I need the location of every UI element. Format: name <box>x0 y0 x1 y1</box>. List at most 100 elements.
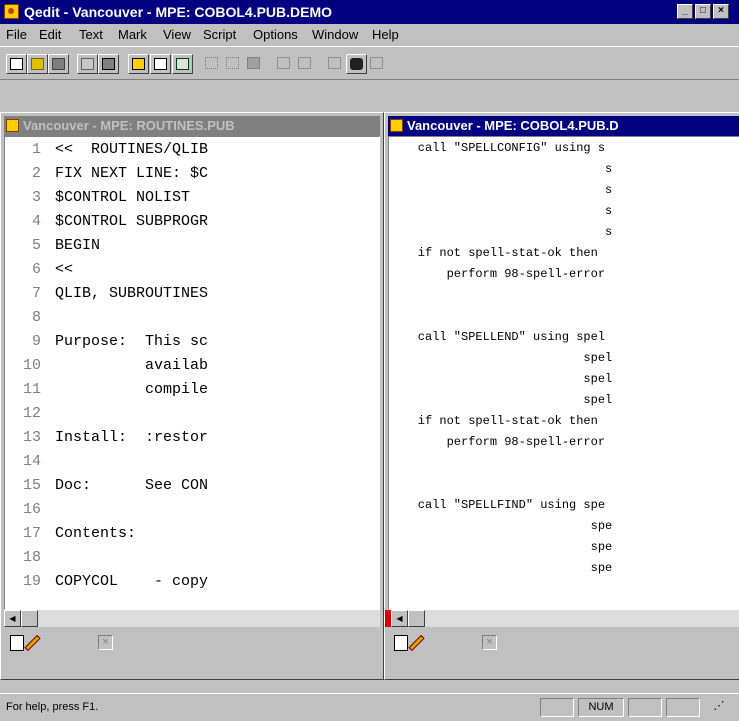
cut-icon[interactable] <box>202 54 223 74</box>
edit-pencil-icon[interactable] <box>408 634 425 652</box>
print-preview-icon[interactable] <box>77 54 98 74</box>
menu-mark[interactable]: Mark <box>118 27 147 42</box>
compile-icon[interactable] <box>128 54 149 74</box>
cobol4-window-title-bar[interactable]: Vancouver - MPE: COBOL4.PUB.D <box>388 116 739 136</box>
status-panel-empty <box>540 698 574 717</box>
host-connect-icon[interactable] <box>172 54 193 74</box>
menu-bar: File Edit Text Mark View Script Options … <box>0 24 739 46</box>
editor-line: 4 $CONTROL SUBPROGR <box>31 213 209 230</box>
mdi-client-area: Vancouver - MPE: ROUTINES.PUB 1 << ROUTIN… <box>0 112 739 680</box>
menu-view[interactable]: View <box>163 27 191 42</box>
find-previous-icon[interactable] <box>325 54 346 74</box>
editor-line: 8 <box>31 309 41 326</box>
editor-line: 18 <box>22 549 41 566</box>
status-panel-empty <box>666 698 700 717</box>
compare-icon[interactable] <box>150 54 171 74</box>
menu-help[interactable]: Help <box>372 27 399 42</box>
editor-line: 11 compile <box>22 381 209 398</box>
editor-line: 12 <box>22 405 41 422</box>
editor-line: 15 Doc: See CON <box>22 477 209 494</box>
editor-line: 3 $CONTROL NOLIST <box>31 189 191 206</box>
scroll-left-arrow-icon[interactable]: ◀ <box>4 610 21 627</box>
code-line: if not spell-stat-ok then <box>389 246 598 260</box>
code-line: spe <box>389 561 613 575</box>
cobol4-editor-window[interactable]: Vancouver - MPE: COBOL4.PUB.D call "SPEL… <box>384 112 739 680</box>
undo-icon[interactable] <box>274 54 295 74</box>
code-line: spel <box>389 351 613 365</box>
editor-line: 2 FIX NEXT LINE: $C <box>31 165 209 182</box>
code-line: spe <box>389 540 613 554</box>
menu-text[interactable]: Text <box>79 27 103 42</box>
menu-window[interactable]: Window <box>312 27 358 42</box>
routines-horizontal-scrollbar[interactable]: ◀ <box>4 610 380 627</box>
toolbar <box>0 46 739 80</box>
app-title-bar[interactable]: Qedit - Vancouver - MPE: COBOL4.PUB.DEMO… <box>0 0 739 24</box>
redo-icon[interactable] <box>295 54 316 74</box>
code-line: spel <box>389 372 613 386</box>
code-line: call "SPELLCONFIG" using s <box>389 141 606 155</box>
print-icon[interactable] <box>98 54 119 74</box>
code-line: s <box>389 183 613 197</box>
cobol4-status-area: × <box>388 628 739 658</box>
qedit-app-icon[interactable] <box>4 4 19 19</box>
code-line: spel <box>389 393 613 407</box>
status-help-text: For help, press F1. <box>6 701 99 713</box>
document-icon <box>390 119 403 132</box>
save-icon[interactable] <box>48 54 69 74</box>
routines-window-title-bar[interactable]: Vancouver - MPE: ROUTINES.PUB <box>4 116 380 136</box>
menu-script[interactable]: Script <box>203 27 236 42</box>
editor-line: 9 Purpose: This sc <box>31 333 209 350</box>
code-line: s <box>389 162 613 176</box>
menu-options[interactable]: Options <box>253 27 298 42</box>
code-line: perform 98-spell-error <box>389 267 606 281</box>
maximize-button[interactable]: □ <box>695 4 711 19</box>
code-line: perform 98-spell-error <box>389 435 606 449</box>
scroll-thumb[interactable] <box>21 610 38 627</box>
status-panel-empty <box>628 698 662 717</box>
code-line: spe <box>389 519 613 533</box>
num-lock-indicator: NUM <box>578 698 624 717</box>
routines-window-title: Vancouver - MPE: ROUTINES.PUB <box>23 118 235 133</box>
status-bar: For help, press F1. NUM ⋰ <box>0 693 739 721</box>
paste-icon[interactable] <box>244 54 265 74</box>
open-folder-icon[interactable] <box>27 54 48 74</box>
routines-status-area: × <box>4 628 380 658</box>
cobol4-horizontal-scrollbar[interactable]: ◀ <box>385 610 739 627</box>
scroll-left-arrow-icon[interactable]: ◀ <box>391 610 408 627</box>
find-binoculars-icon[interactable] <box>346 54 367 74</box>
code-line: s <box>389 225 613 239</box>
editor-line: 6 << <box>31 261 74 278</box>
edit-pencil-icon[interactable] <box>24 634 41 652</box>
editor-line: 16 <box>22 501 41 518</box>
editor-line: 1 << ROUTINES/QLIB <box>31 141 209 158</box>
new-file-icon[interactable] <box>6 54 27 74</box>
cobol4-window-title: Vancouver - MPE: COBOL4.PUB.D <box>407 118 619 133</box>
window-title: Qedit - Vancouver - MPE: COBOL4.PUB.DEMO <box>24 4 333 20</box>
editor-line: 7 QLIB, SUBROUTINES <box>31 285 209 302</box>
scroll-thumb[interactable] <box>408 610 425 627</box>
editor-line: 14 <box>22 453 41 470</box>
minimize-button[interactable]: _ <box>677 4 693 19</box>
code-line: s <box>389 204 613 218</box>
close-x-icon[interactable]: × <box>482 635 497 650</box>
code-line: call "SPELLEND" using spel <box>389 330 606 344</box>
close-x-icon[interactable]: × <box>98 635 113 650</box>
routines-text-area[interactable]: 1 << ROUTINES/QLIB 2 FIX NEXT LINE: $C 3 $C… <box>4 136 380 610</box>
close-button[interactable]: × <box>713 4 729 19</box>
pin-document-icon[interactable] <box>394 635 408 651</box>
menu-file[interactable]: File <box>6 27 27 42</box>
resize-grip-icon[interactable]: ⋰ <box>704 698 734 717</box>
copy-icon[interactable] <box>223 54 244 74</box>
find-next-icon[interactable] <box>367 54 388 74</box>
editor-line: 19 COPYCOL - copy <box>22 573 209 590</box>
pin-document-icon[interactable] <box>10 635 24 651</box>
routines-editor-window[interactable]: Vancouver - MPE: ROUTINES.PUB 1 << ROUTIN… <box>0 112 384 680</box>
editor-line: 5 BEGIN <box>31 237 101 254</box>
menu-edit[interactable]: Edit <box>39 27 61 42</box>
editor-line: 10 availab <box>22 357 209 374</box>
cobol4-text-area[interactable]: call "SPELLCONFIG" using s s s s s if no… <box>388 136 739 610</box>
editor-line: 17 Contents: <box>22 525 137 542</box>
editor-line: 13 Install: :restor <box>22 429 209 446</box>
document-icon <box>6 119 19 132</box>
code-line: if not spell-stat-ok then <box>389 414 598 428</box>
